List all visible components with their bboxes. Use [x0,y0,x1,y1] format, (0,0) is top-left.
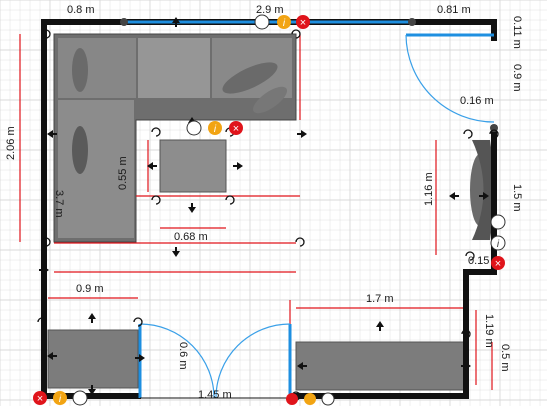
dim-left-cabinet-width: 0.9 m [76,283,104,295]
svg-text:×: × [37,393,43,405]
double-door[interactable] [138,323,292,399]
move-arrow-icon[interactable] [188,203,196,213]
delete-icon[interactable]: × [491,256,505,270]
floor-plan-canvas[interactable]: 0.8 m 2.9 m 0.81 m 0.11 m 0.9 m 0.16 m 2… [0,0,547,406]
dim-right-lower: 1.19 m [483,314,495,348]
dim-armchair-height: 1.16 m [423,172,435,206]
svg-text:×: × [233,123,239,135]
info-icon[interactable]: i [208,121,222,135]
armchair-actions: i × [490,214,506,270]
armchair[interactable] [470,140,494,240]
dim-top-right-wall: 0.81 m [437,4,471,16]
dim-right-notch: 0.15 [468,255,489,267]
info-icon[interactable]: i [277,15,291,29]
move-arrow-icon[interactable] [88,313,96,323]
bottom-right-actions [286,392,335,406]
rotate-arrow-icon[interactable] [133,317,143,327]
rotate-arrow-icon[interactable] [463,129,473,139]
dim-door-right-width: 0.16 m [460,95,494,107]
move-arrow-icon[interactable] [39,266,49,274]
dim-bottom-door-opening: 1.45 m [198,389,232,401]
move-arrow-icon[interactable] [233,162,243,170]
dim-door-leaf: 0.6 m [177,342,189,370]
delete-icon[interactable]: × [229,121,243,135]
dim-table-width: 0.68 m [174,231,208,243]
delete-icon[interactable]: × [33,391,47,405]
move-arrow-icon[interactable] [449,192,459,200]
pattern-icon[interactable] [186,120,202,136]
delete-icon[interactable]: × [296,15,310,29]
dim-right-top-small: 0.11 m [511,16,523,49]
dim-sofa-depth: 3.7 m [53,190,65,218]
dim-right-middle: 1.5 m [511,184,523,212]
sofa-actions: i × [186,120,243,136]
dim-right-cabinet-width: 1.7 m [366,293,394,305]
sectional-sofa[interactable] [53,33,297,243]
svg-text:×: × [300,17,306,29]
pattern-icon[interactable] [72,390,88,406]
info-icon[interactable]: i [490,235,506,251]
top-window-actions: i × [254,14,310,30]
move-arrow-icon[interactable] [297,130,307,138]
dim-table-height: 0.55 m [117,156,129,190]
move-arrow-icon[interactable] [172,247,180,257]
furniture-layer [47,33,494,391]
info-icon[interactable]: i [53,391,67,405]
coffee-table[interactable] [159,139,227,193]
move-arrow-icon[interactable] [376,321,384,331]
rotate-arrow-icon[interactable] [151,127,161,137]
bottom-left-actions: × i [33,390,88,406]
svg-text:×: × [495,258,501,270]
move-arrow-icon[interactable] [172,17,180,27]
pattern-icon[interactable] [490,214,506,230]
pattern-icon[interactable] [254,14,270,30]
left-cabinet[interactable] [47,329,139,389]
delete-icon[interactable] [286,393,298,405]
info-icon[interactable] [304,393,316,405]
dim-top-left-wall: 0.8 m [67,4,95,16]
dim-top-window: 2.9 m [256,4,284,16]
dim-sofa-height: 2.06 m [5,126,17,160]
pattern-icon[interactable] [321,392,335,406]
right-cabinet[interactable] [295,341,465,391]
dim-right-upper: 0.9 m [511,64,523,92]
dim-cabinet-depth: 0.5 m [499,344,511,372]
